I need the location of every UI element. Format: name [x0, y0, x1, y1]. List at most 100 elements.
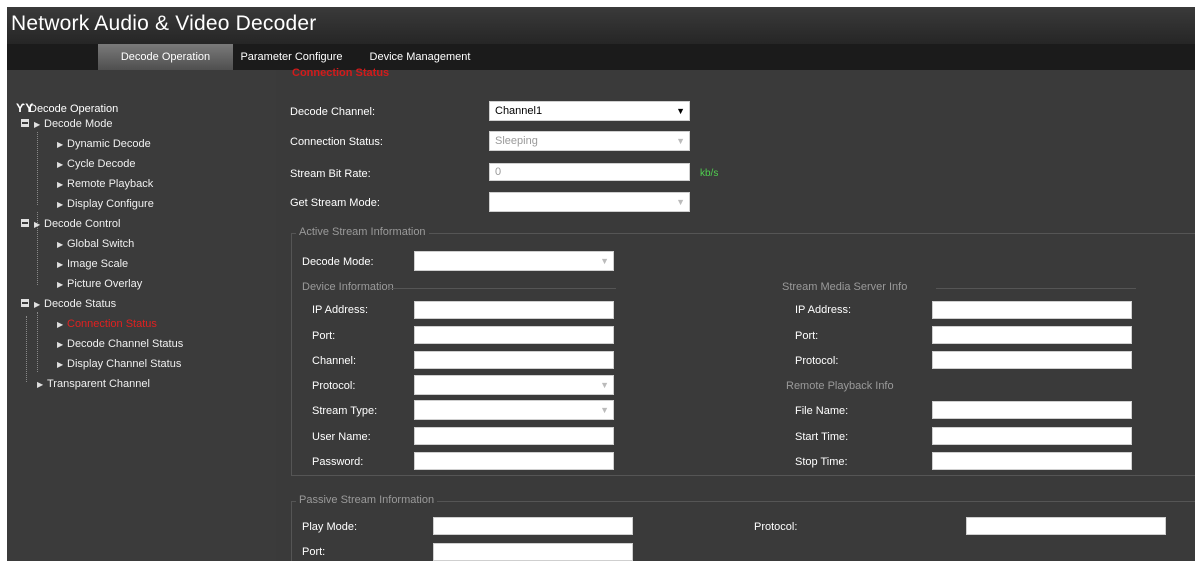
decode-mode-label: Decode Mode:: [302, 256, 374, 268]
get-stream-mode-label: Get Stream Mode:: [290, 197, 380, 209]
server-ip-label: IP Address:: [795, 304, 852, 316]
device-ip-field[interactable]: [414, 301, 614, 319]
play-mode-label: Play Mode:: [302, 521, 358, 533]
collapse-icon[interactable]: [21, 119, 29, 128]
server-info-title: Stream Media Server Info: [779, 281, 911, 293]
collapse-icon[interactable]: [21, 299, 29, 308]
stop-time-field[interactable]: [932, 452, 1132, 470]
decode-channel-select[interactable]: Channel1 ▼: [489, 101, 690, 121]
decode-channel-label: Decode Channel:: [290, 106, 376, 118]
arrow-right-icon: ▶: [57, 360, 64, 369]
arrow-right-icon: ▶: [57, 140, 64, 149]
arrow-right-icon: ▶: [37, 380, 44, 389]
play-mode-field[interactable]: [433, 517, 633, 535]
arrow-right-icon: ▶: [57, 160, 64, 169]
user-name-field[interactable]: [414, 427, 614, 445]
server-port-label: Port:: [795, 330, 819, 342]
sidebar-tree: ƳYDecode Operation ▶ Decode Mode ▶ Dynamic…: [7, 70, 276, 561]
passive-protocol-field[interactable]: [966, 517, 1166, 535]
file-name-field[interactable]: [932, 401, 1132, 419]
tree-item-global-switch[interactable]: ▶ Global Switch: [57, 236, 134, 252]
device-channel-field[interactable]: [414, 351, 614, 369]
arrow-right-icon: ▶: [34, 120, 41, 129]
server-info-divider: [936, 288, 1136, 289]
app-window: Network Audio & Video Decoder Decode Ope…: [7, 7, 1195, 561]
tree-group-decode-control[interactable]: ▶ Decode Control: [21, 216, 120, 232]
stream-bit-rate-label: Stream Bit Rate:: [290, 168, 371, 180]
server-protocol-label: Protocol:: [795, 355, 839, 367]
arrow-right-icon: ▶: [34, 300, 41, 309]
stream-bit-rate-field: 0: [489, 163, 690, 181]
arrow-right-icon: ▶: [57, 340, 64, 349]
file-name-label: File Name:: [795, 405, 849, 417]
bit-rate-unit: kb/s: [700, 168, 719, 179]
start-time-field[interactable]: [932, 427, 1132, 445]
password-field[interactable]: [414, 452, 614, 470]
start-time-label: Start Time:: [795, 431, 849, 443]
tree-line: [37, 132, 38, 205]
tree-group-decode-mode[interactable]: ▶ Decode Mode: [21, 116, 113, 132]
app-title: Network Audio & Video Decoder: [11, 12, 317, 35]
stream-type-label: Stream Type:: [312, 405, 378, 417]
device-protocol-select[interactable]: ▼: [414, 375, 614, 395]
passive-port-field[interactable]: [433, 543, 633, 561]
device-info-divider: [388, 288, 616, 289]
device-port-label: Port:: [312, 330, 336, 342]
server-protocol-field[interactable]: [932, 351, 1132, 369]
decode-mode-select[interactable]: ▼: [414, 251, 614, 271]
device-ip-label: IP Address:: [312, 304, 369, 316]
passive-port-label: Port:: [302, 546, 326, 558]
connection-status-select: Sleeping ▼: [489, 131, 690, 151]
device-protocol-label: Protocol:: [312, 380, 356, 392]
tree-item-display-configure[interactable]: ▶ Display Configure: [57, 196, 154, 212]
server-ip-field[interactable]: [932, 301, 1132, 319]
arrow-right-icon: ▶: [34, 220, 41, 229]
arrow-right-icon: ▶: [57, 180, 64, 189]
chevron-down-icon: ▼: [676, 106, 685, 116]
server-port-field[interactable]: [932, 326, 1132, 344]
password-label: Password:: [312, 456, 364, 468]
tree-item-remote-playback[interactable]: ▶ Remote Playback: [57, 176, 153, 192]
tree-item-dynamic-decode[interactable]: ▶ Dynamic Decode: [57, 136, 151, 152]
playback-info-title: Remote Playback Info: [783, 380, 897, 392]
chevron-down-icon: ▼: [600, 380, 609, 390]
collapse-icon[interactable]: [21, 219, 29, 228]
arrow-right-icon: ▶: [57, 200, 64, 209]
stop-time-label: Stop Time:: [795, 456, 848, 468]
device-channel-label: Channel:: [312, 355, 357, 367]
tree-item-display-channel-status[interactable]: ▶ Display Channel Status: [57, 356, 181, 372]
tree-item-cycle-decode[interactable]: ▶ Cycle Decode: [57, 156, 135, 172]
arrow-right-icon: ▶: [57, 280, 64, 289]
title-bar: Network Audio & Video Decoder: [7, 7, 1195, 44]
device-info-title: Device Information: [299, 281, 397, 293]
arrow-right-icon: ▶: [57, 240, 64, 249]
tree-item-image-scale[interactable]: ▶ Image Scale: [57, 256, 128, 272]
chevron-down-icon: ▼: [676, 136, 685, 146]
tree-item-transparent-channel[interactable]: ▶ Transparent Channel: [37, 376, 150, 392]
passive-stream-title: Passive Stream Information: [296, 494, 438, 506]
tree-root-icon: ƳY: [16, 101, 34, 115]
user-name-label: User Name:: [312, 431, 371, 443]
tree-root[interactable]: ƳYDecode Operation: [16, 100, 118, 116]
tree-item-picture-overlay[interactable]: ▶ Picture Overlay: [57, 276, 142, 292]
chevron-down-icon: ▼: [600, 256, 609, 266]
passive-protocol-label: Protocol:: [754, 521, 798, 533]
tab-decode-operation[interactable]: Decode Operation: [98, 44, 233, 70]
tree-item-connection-status[interactable]: ▶ Connection Status: [57, 316, 157, 332]
tree-line: [26, 316, 27, 382]
tree-group-decode-status[interactable]: ▶ Decode Status: [21, 296, 116, 312]
chevron-down-icon: ▼: [600, 405, 609, 415]
main-menu: Decode Operation Parameter Configure Dev…: [7, 44, 1195, 70]
arrow-right-icon: ▶: [57, 260, 64, 269]
main-panel: Connection Status Decode Channel: Channe…: [276, 67, 1195, 561]
device-port-field[interactable]: [414, 326, 614, 344]
tree-line: [37, 312, 38, 372]
arrow-right-icon: ▶: [57, 320, 64, 329]
active-stream-title: Active Stream Information: [296, 226, 429, 238]
get-stream-mode-select[interactable]: ▼: [489, 192, 690, 212]
chevron-down-icon: ▼: [676, 197, 685, 207]
section-title: Connection Status: [292, 67, 390, 79]
tree-root-label: Decode Operation: [29, 103, 119, 115]
tree-item-decode-channel-status[interactable]: ▶ Decode Channel Status: [57, 336, 183, 352]
stream-type-select[interactable]: ▼: [414, 400, 614, 420]
